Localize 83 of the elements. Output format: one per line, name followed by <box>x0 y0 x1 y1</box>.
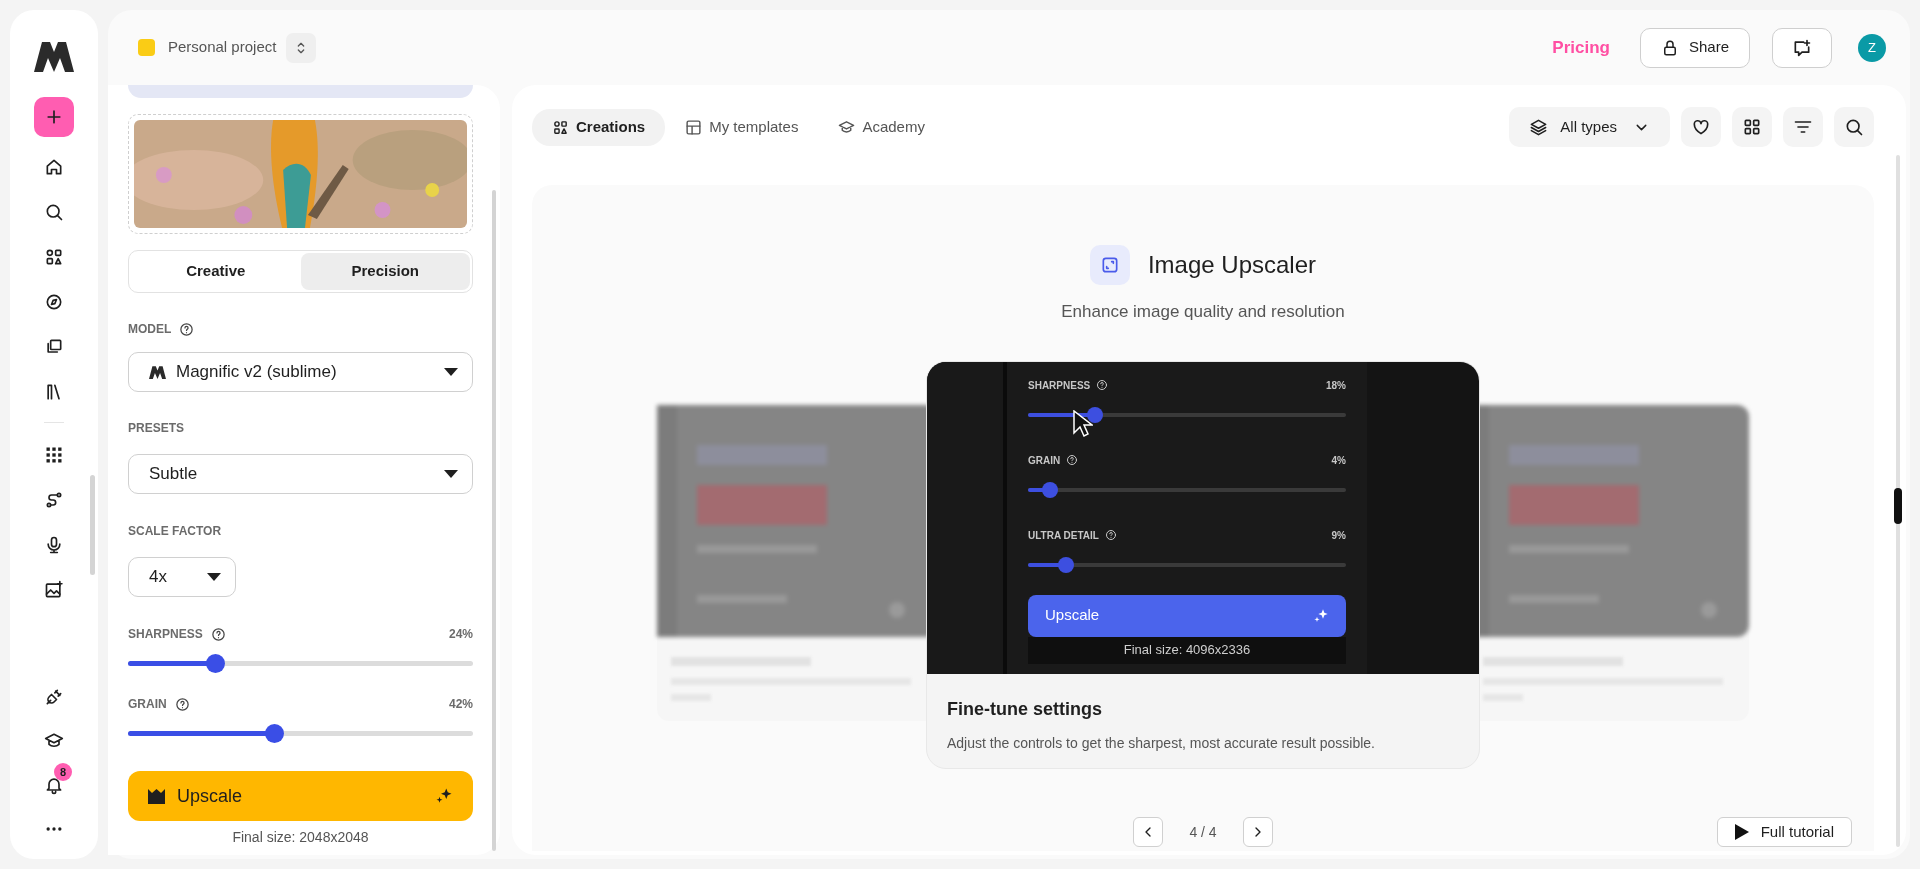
notification-badge: 8 <box>54 763 72 781</box>
dropdown[interactable]: Subtle <box>128 454 473 494</box>
field-label: MODEL <box>128 321 172 338</box>
graduation-cap-icon <box>838 118 856 136</box>
slider-value: 4% <box>1331 453 1346 468</box>
share-button[interactable]: Share <box>1639 27 1750 68</box>
page-indicator: 4 / 4 <box>1188 822 1218 842</box>
slider-value: 9% <box>1331 528 1346 543</box>
create-button[interactable] <box>34 97 74 137</box>
caret-icon <box>444 470 458 478</box>
grid-icon <box>1742 117 1762 137</box>
help-icon <box>1104 529 1117 541</box>
compass-icon[interactable] <box>44 292 64 312</box>
tool-title: Image Upscaler <box>1147 250 1317 280</box>
template-icon <box>685 118 703 136</box>
crown-icon <box>148 788 165 804</box>
route-icon[interactable] <box>44 490 64 510</box>
home-icon[interactable] <box>44 157 64 177</box>
slider-label: GRAIN <box>128 696 167 713</box>
chat-plus-icon <box>1792 37 1812 58</box>
type-filter-dropdown[interactable]: All types <box>1509 107 1670 147</box>
card-description: Adjust the controls to get the sharpest, most accurate result possible. <box>947 733 1376 753</box>
help-icon <box>179 321 195 337</box>
help-icon <box>174 696 190 712</box>
field-label: PRESETS <box>128 420 184 437</box>
mode-tab[interactable]: Precision <box>300 253 470 290</box>
slider-label: GRAIN <box>1028 453 1061 468</box>
scrollbar-thumb[interactable] <box>90 475 95 575</box>
project-switcher-button[interactable] <box>286 32 317 63</box>
next-button[interactable] <box>1242 817 1273 847</box>
sparkle-icon <box>435 787 453 805</box>
slider-value: 42% <box>448 696 473 713</box>
search-button[interactable] <box>1834 107 1874 147</box>
search-icon[interactable] <box>44 202 64 222</box>
tab[interactable]: Academy <box>818 108 945 146</box>
field-label: SCALE FACTOR <box>128 523 222 540</box>
logo-icon[interactable] <box>34 42 74 72</box>
apps-icon[interactable] <box>44 445 64 465</box>
shapes-icon <box>552 118 569 136</box>
project-name: Personal project <box>168 37 277 58</box>
slider-label: SHARPNESS <box>128 626 203 643</box>
dropdown[interactable]: Magnific v2 (sublime) <box>128 352 473 392</box>
card-title: Fine-tune settings <box>947 697 1103 721</box>
image-sparkle-icon[interactable] <box>44 580 64 600</box>
caret-icon <box>444 368 458 376</box>
previous-button[interactable] <box>1133 817 1164 847</box>
final-size-text: Final size: 2048x2048 <box>231 828 370 847</box>
tool-subtitle: Enhance image quality and resolution <box>1061 301 1345 323</box>
full-tutorial-button[interactable]: Full tutorial <box>1716 817 1852 847</box>
cursor-icon <box>1073 409 1093 438</box>
scrollbar-thumb[interactable] <box>492 190 496 851</box>
project-color-swatch <box>138 39 155 56</box>
slider[interactable] <box>128 654 473 673</box>
logo-icon <box>149 365 166 379</box>
upscale-button[interactable]: Upscale <box>128 771 473 821</box>
feedback-button[interactable] <box>1772 27 1832 68</box>
tab[interactable]: My templates <box>665 108 819 146</box>
slider-thumb[interactable] <box>206 654 226 673</box>
grid-view-button[interactable] <box>1732 107 1772 147</box>
help-icon <box>1096 379 1109 391</box>
layers-icon <box>1529 117 1549 137</box>
scrollbar-thumb[interactable] <box>1894 488 1902 524</box>
play-icon <box>1734 824 1749 840</box>
bell-icon[interactable] <box>44 775 64 795</box>
help-icon <box>210 626 226 642</box>
favorites-button[interactable] <box>1681 107 1721 147</box>
caret-icon <box>207 573 221 581</box>
slider-value: 18% <box>1326 378 1346 393</box>
slider-value: 24% <box>448 626 473 643</box>
slider-label: SHARPNESS <box>1028 378 1091 393</box>
search-icon <box>1844 117 1864 137</box>
final-size-text: Final size: 4096x2336 <box>1123 641 1251 660</box>
heart-icon <box>1691 117 1711 137</box>
microphone-icon[interactable] <box>44 535 64 555</box>
help-icon <box>1066 454 1079 466</box>
sort-button[interactable] <box>1783 107 1823 147</box>
shapes-icon[interactable] <box>44 247 64 267</box>
slider[interactable] <box>128 724 473 743</box>
tab[interactable]: Creations <box>532 108 666 146</box>
plug-icon[interactable] <box>44 687 64 707</box>
slider-label: ULTRA DETAIL <box>1028 528 1099 543</box>
slider-thumb[interactable] <box>264 724 284 743</box>
dropdown[interactable]: 4x <box>128 557 236 597</box>
